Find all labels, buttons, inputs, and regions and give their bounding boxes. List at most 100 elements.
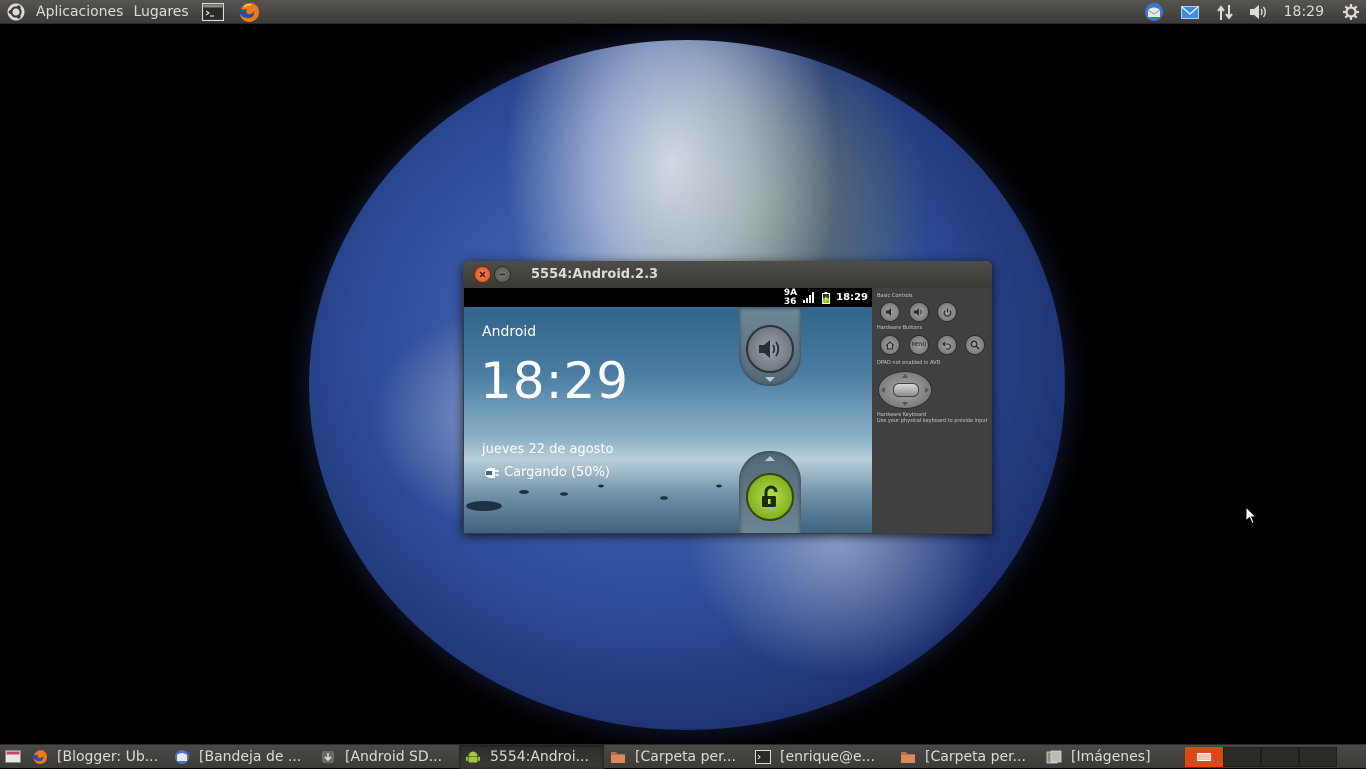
unlock-icon: [762, 485, 778, 507]
task-label: [Carpeta per...: [925, 748, 1026, 765]
taskbar-item-carpeta-1[interactable]: [Carpeta per...: [604, 745, 749, 769]
wallpaper-rocks: [466, 484, 722, 511]
show-desktop-button[interactable]: [0, 745, 26, 769]
ubuntu-logo-icon[interactable]: [7, 3, 25, 21]
minimize-button[interactable]: [494, 266, 511, 283]
taskbar-item-terminal[interactable]: [enrique@e...: [749, 745, 894, 769]
session-menu[interactable]: [1336, 0, 1366, 24]
menu-button[interactable]: MENU: [909, 335, 929, 355]
mouse-pointer-icon: [1245, 506, 1257, 525]
folder-icon: [611, 751, 625, 763]
home-button[interactable]: [880, 335, 900, 355]
volume-up-button[interactable]: [909, 302, 929, 322]
terminal-icon: [755, 749, 771, 764]
terminal-launcher[interactable]: [201, 2, 224, 21]
back-icon: [942, 341, 952, 350]
search-icon: [970, 340, 980, 350]
signal-icon: [803, 292, 815, 303]
android-screen[interactable]: 9A 36 18:29 Android 18:29 jueves 22 de a…: [464, 288, 872, 533]
system-tray: 18:29: [1136, 0, 1366, 24]
task-label: [enrique@e...: [780, 748, 875, 765]
lockscreen-date: jueves 22 de agosto: [482, 442, 614, 457]
volume-slider-tab[interactable]: [739, 308, 801, 386]
back-button[interactable]: [937, 335, 957, 355]
mail-indicator[interactable]: [1172, 0, 1208, 24]
network-icon: [1216, 4, 1233, 20]
task-label: [Carpeta per...: [635, 748, 736, 765]
bottom-panel: [Blogger: Ub... [Bandeja de ... [Android…: [0, 744, 1366, 769]
thunderbird-icon: [175, 749, 189, 764]
volume-down-button[interactable]: [880, 302, 900, 322]
basic-controls-label: Basic Controls: [877, 293, 913, 299]
charging-status: Cargando (50%): [482, 465, 610, 480]
power-icon: [943, 308, 951, 317]
charging-plug-icon: [485, 467, 499, 478]
hardware-buttons-label: Hardware Buttons: [877, 325, 923, 331]
emulator-window: 5554:Android.2.3 9A 36 18:29 Android 18:…: [463, 261, 992, 534]
workspace-2[interactable]: [1223, 746, 1261, 767]
firefox-launcher[interactable]: [238, 1, 260, 23]
speaker-icon: [759, 340, 780, 358]
file-manager-icon: [1046, 750, 1062, 763]
dpad[interactable]: [878, 371, 932, 409]
dpad-label: DPAD not enabled in AVD: [877, 360, 941, 366]
task-label: 5554:Androi...: [490, 748, 589, 765]
taskbar-item-imagenes[interactable]: [Imágenes]: [1040, 745, 1175, 769]
android-status-time: 18:29: [836, 292, 868, 303]
download-icon: [322, 750, 334, 763]
android-icon: [466, 751, 480, 762]
window-thumbnail-icon: [1197, 752, 1211, 761]
window-title: 5554:Android.2.3: [531, 267, 659, 282]
menu-lugares[interactable]: Lugares: [128, 0, 193, 24]
network-indicator[interactable]: [1208, 0, 1242, 24]
close-button[interactable]: [474, 266, 491, 283]
workspace-1[interactable]: [1185, 746, 1223, 767]
unlock-button[interactable]: [746, 473, 794, 521]
window-titlebar[interactable]: 5554:Android.2.3: [463, 261, 992, 288]
firefox-icon: [238, 1, 259, 22]
taskbar-item-blogger[interactable]: [Blogger: Ub...: [26, 745, 168, 769]
workspace-4[interactable]: [1299, 746, 1337, 767]
search-button[interactable]: [965, 335, 985, 355]
unlock-slider-tab[interactable]: [739, 451, 801, 533]
panel-clock[interactable]: 18:29: [1276, 0, 1336, 24]
sound-toggle[interactable]: [746, 325, 794, 373]
volume-up-icon: [914, 308, 922, 316]
dpad-arrows-icon: [881, 374, 929, 406]
gear-icon: [1343, 4, 1359, 20]
thunderbird-indicator[interactable]: [1136, 0, 1172, 24]
taskbar-item-android-sdk[interactable]: [Android SD...: [314, 745, 459, 769]
show-desktop-icon: [5, 750, 21, 763]
close-icon: [479, 271, 486, 278]
taskbar-item-bandeja[interactable]: [Bandeja de ...: [168, 745, 314, 769]
top-panel: Aplicaciones Lugares 18:29: [0, 0, 1366, 24]
taskbar-item-emulator[interactable]: 5554:Androi...: [459, 744, 604, 769]
carrier-bottom: 36: [783, 296, 797, 307]
volume-indicator[interactable]: [1242, 0, 1276, 24]
terminal-icon: [201, 2, 224, 21]
mail-icon: [1180, 5, 1199, 19]
power-button[interactable]: [937, 302, 957, 322]
carrier-indicator: 9A 36: [783, 288, 797, 307]
lockscreen-clock: 18:29: [480, 352, 630, 410]
folder-icon: [901, 751, 915, 763]
task-label: [Android SD...: [345, 748, 443, 765]
thunderbird-icon: [1144, 3, 1163, 21]
android-carrier-label: Android: [482, 324, 537, 340]
volume-down-icon: [885, 308, 891, 316]
hardware-keyboard-hint: Use your physical keyboard to provide in…: [877, 418, 988, 424]
volume-icon: [1249, 5, 1266, 19]
emulator-controls-panel: Basic Controls Hardware Buttons MENU DPA…: [872, 288, 991, 533]
minimize-icon: [500, 273, 505, 276]
firefox-icon: [33, 749, 47, 764]
taskbar-item-carpeta-2[interactable]: [Carpeta per...: [894, 745, 1040, 769]
menu-aplicaciones[interactable]: Aplicaciones: [31, 0, 128, 24]
battery-charging-icon: [822, 291, 831, 304]
charging-text: Cargando (50%): [504, 465, 610, 480]
chevron-up-icon: [765, 456, 775, 461]
workspace-3[interactable]: [1261, 746, 1299, 767]
chevron-down-icon: [765, 377, 775, 382]
home-icon: [885, 340, 895, 350]
task-label: [Blogger: Ub...: [57, 748, 159, 765]
android-status-bar: 9A 36 18:29: [464, 288, 872, 307]
